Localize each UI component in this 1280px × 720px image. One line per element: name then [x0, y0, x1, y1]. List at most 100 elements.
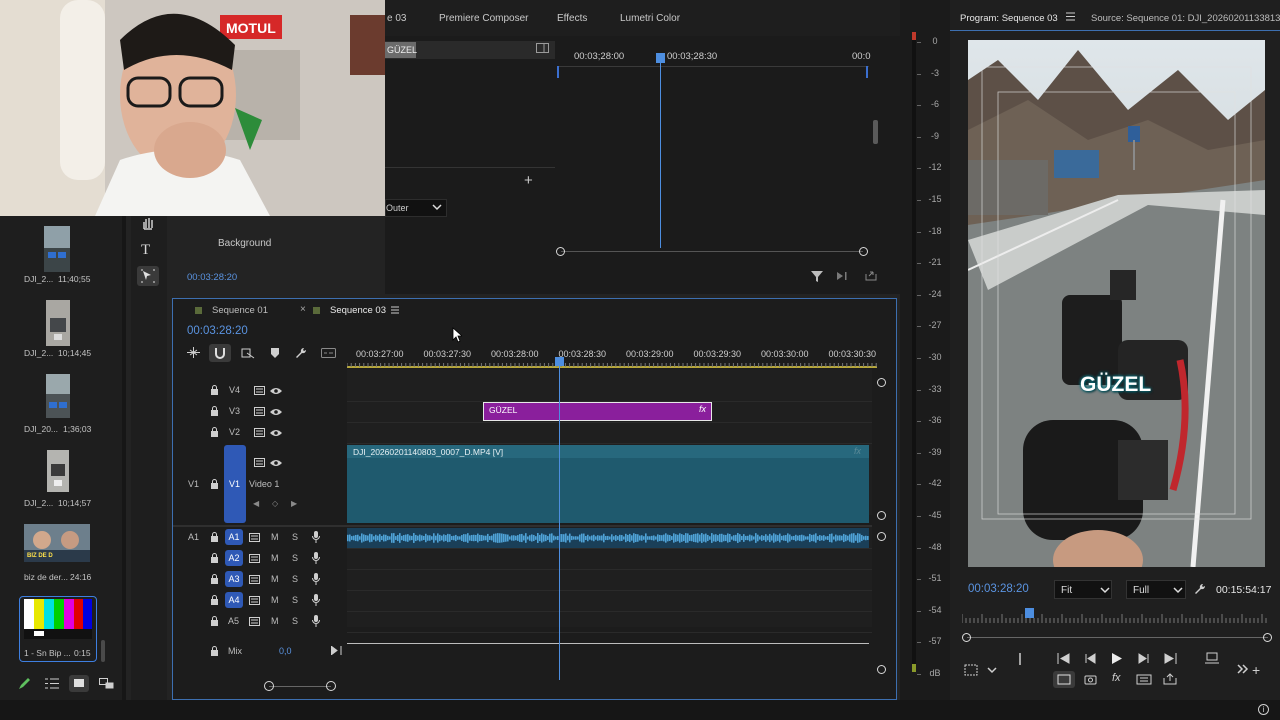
ec-zoom-handle-right[interactable] [859, 247, 868, 256]
mute-button[interactable]: M [271, 595, 279, 605]
tab-sequence-01[interactable]: Sequence 01 [212, 305, 268, 316]
add-marker-icon[interactable] [271, 348, 279, 358]
selection-tool-active[interactable] [137, 266, 159, 286]
eye-icon[interactable] [270, 387, 282, 395]
lock-icon[interactable] [210, 574, 219, 584]
tab-effects[interactable]: Effects [557, 13, 587, 24]
export-frame-icon[interactable] [1163, 673, 1177, 685]
panel-menu-icon[interactable] [391, 306, 399, 314]
v-scroll-handle-top[interactable] [877, 378, 886, 387]
a-scroll-handle-bottom[interactable] [877, 665, 886, 674]
bin-thumbnail[interactable] [47, 450, 69, 492]
video-track-label[interactable]: V2 [229, 427, 240, 437]
proxy-icon[interactable] [1136, 674, 1152, 685]
close-tab-icon[interactable]: × [300, 304, 306, 315]
program-monitor-title[interactable]: Program: Sequence 03 [960, 13, 1058, 24]
audio-source-patch[interactable]: A1 [188, 532, 199, 542]
sync-lock-icon[interactable] [254, 407, 265, 416]
step-back-icon[interactable] [1085, 653, 1096, 664]
timeline-zoom-right[interactable] [326, 681, 336, 691]
eye-icon[interactable] [270, 408, 282, 416]
mix-end-icon[interactable] [331, 646, 342, 655]
program-zoom-handle-right[interactable] [1263, 633, 1272, 642]
step-forward-icon[interactable] [1138, 653, 1149, 664]
add-button-icon[interactable]: + [1252, 662, 1260, 678]
sync-lock-icon[interactable] [249, 533, 260, 542]
solo-button[interactable]: S [292, 532, 298, 542]
color-bars-thumbnail[interactable] [24, 599, 92, 639]
go-to-in-icon[interactable] [1057, 653, 1070, 664]
chevron-down-icon[interactable] [987, 666, 997, 674]
tab-premiere-composer[interactable]: Premiere Composer [439, 13, 528, 24]
sync-lock-icon[interactable] [249, 596, 260, 605]
export-icon[interactable] [865, 271, 877, 281]
sync-lock-icon[interactable] [249, 617, 260, 626]
bin-thumbnail[interactable]: BIZ DE D [24, 524, 90, 562]
mute-button[interactable]: M [271, 553, 279, 563]
timeline-zoom-left[interactable] [264, 681, 274, 691]
title-clip[interactable]: GÜZEL fx [483, 402, 712, 421]
panel-toggle-icon[interactable] [536, 43, 549, 53]
list-view-icon[interactable] [45, 678, 59, 689]
mute-button[interactable]: M [271, 532, 279, 542]
sync-lock-icon[interactable] [249, 554, 260, 563]
v-scroll-handle[interactable] [877, 511, 886, 520]
program-video-frame[interactable]: GÜZEL [968, 40, 1265, 567]
info-icon[interactable]: i [1258, 704, 1269, 715]
solo-button[interactable]: S [292, 595, 298, 605]
resolution-dropdown[interactable]: Full [1126, 580, 1186, 599]
prev-keyframe-icon[interactable]: ◀ [253, 499, 259, 508]
go-to-out-icon[interactable] [1164, 653, 1177, 664]
add-icon[interactable]: + [524, 172, 533, 189]
microphone-icon[interactable] [312, 594, 320, 606]
lock-icon[interactable] [210, 532, 219, 542]
program-playhead[interactable] [1025, 608, 1035, 618]
type-tool-icon[interactable]: T [141, 242, 150, 259]
timeline-timecode[interactable]: 00:03:28:20 [187, 325, 248, 337]
mark-in-icon[interactable] [1018, 653, 1024, 665]
audio-track-target[interactable]: A5 [228, 616, 239, 626]
effect-timecode[interactable]: 00:03:28:20 [187, 272, 237, 283]
tab-sequence-03[interactable]: Sequence 03 [330, 305, 386, 316]
bin-thumbnail[interactable] [44, 226, 70, 272]
snap-toggle-active[interactable] [209, 344, 231, 362]
clip-tag[interactable]: GÜZEL [385, 42, 417, 58]
sync-lock-icon[interactable] [254, 428, 265, 437]
fx-icon[interactable]: fx [1112, 672, 1121, 684]
lock-icon[interactable] [210, 646, 219, 656]
audio-track-target[interactable]: A3 [225, 571, 243, 587]
next-keyframe-icon[interactable]: ▶ [291, 499, 297, 508]
audio-track-target[interactable]: A2 [225, 550, 243, 566]
insert-sequence-icon[interactable] [187, 347, 200, 358]
add-keyframe-icon[interactable]: ◇ [272, 499, 278, 508]
linked-selection-icon[interactable] [241, 347, 255, 359]
bin-thumbnail[interactable] [46, 374, 70, 418]
video-clip[interactable]: DJI_20260201140803_0007_D.MP4 [V] fx [347, 445, 869, 523]
captions-icon[interactable] [321, 348, 336, 358]
sync-lock-icon[interactable] [254, 386, 265, 395]
program-timecode[interactable]: 00:03:28:20 [968, 583, 1029, 595]
microphone-icon[interactable] [312, 615, 320, 627]
sync-lock-icon[interactable] [254, 458, 265, 467]
filter-icon[interactable] [811, 270, 823, 282]
mute-button[interactable]: M [271, 574, 279, 584]
ec-zoom-scrollbar[interactable] [561, 251, 863, 252]
tab-lumetri-color[interactable]: Lumetri Color [620, 13, 680, 24]
fit-dropdown[interactable]: Fit [1054, 580, 1112, 599]
audio-clip[interactable] [347, 528, 869, 548]
lock-icon[interactable] [210, 427, 219, 437]
microphone-icon[interactable] [312, 552, 320, 564]
solo-button[interactable]: S [292, 616, 298, 626]
sync-lock-icon[interactable] [249, 575, 260, 584]
camera-icon[interactable] [1084, 674, 1097, 685]
program-time-ruler[interactable] [962, 612, 1268, 624]
stroke-position-dropdown[interactable]: Outer [385, 199, 447, 217]
lock-icon[interactable] [210, 406, 219, 416]
a-scroll-handle-top[interactable] [877, 532, 886, 541]
solo-button[interactable]: S [292, 553, 298, 563]
v1-track-name[interactable]: Video 1 [249, 479, 279, 489]
bin-scrollbar[interactable] [101, 640, 105, 662]
lock-icon[interactable] [210, 385, 219, 395]
audio-track-target[interactable]: A1 [225, 529, 243, 545]
pencil-icon[interactable] [18, 677, 31, 690]
